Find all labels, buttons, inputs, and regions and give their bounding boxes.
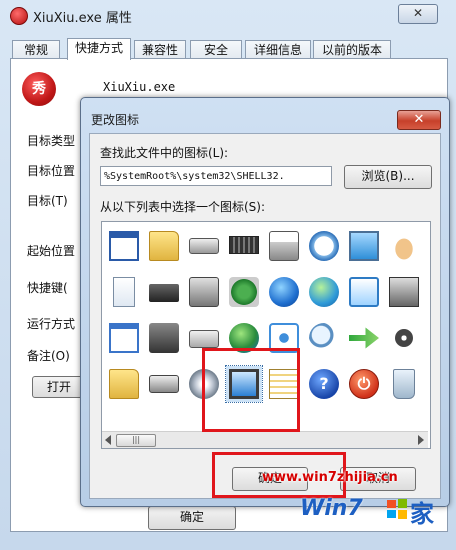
power-icon-glyph: ⏻ [357, 374, 371, 393]
green-arrow-icon [349, 327, 379, 349]
control-panel-icon [349, 277, 379, 307]
properties-title: XiuXiu.exe 属性 [33, 11, 132, 26]
app-icon [10, 7, 28, 25]
memory-chip-icon [229, 236, 259, 254]
look-for-icons-label: 查找此文件中的图标(L): [100, 146, 229, 160]
icon-option[interactable]: ⏻ [346, 366, 382, 402]
properties-ok-button[interactable]: 确定 [148, 506, 236, 530]
tab-compatibility[interactable]: 兼容性 [134, 40, 186, 59]
chip-board-icon [229, 277, 259, 307]
target-type-label: 目标类型 [27, 134, 76, 148]
network-drive-icon [189, 277, 219, 307]
icon-option[interactable] [306, 320, 342, 356]
horizontal-scrollbar[interactable]: ||| [102, 431, 428, 448]
ms-dos-window-icon [109, 231, 139, 261]
icon-option[interactable] [386, 228, 422, 264]
tab-details[interactable]: 详细信息 [245, 40, 311, 59]
select-icon-label: 从以下列表中选择一个图标(S): [100, 200, 266, 214]
clock-icon [309, 231, 339, 261]
icon-option[interactable] [386, 320, 422, 356]
shortcut-key-label: 快捷键( [27, 281, 68, 295]
dialog-title: 更改图标 [91, 113, 140, 127]
icon-option[interactable] [146, 274, 182, 310]
tab-general[interactable]: 常规 [12, 40, 60, 59]
folder-icon [109, 369, 139, 399]
win7-brand-text: Win7 [300, 496, 363, 521]
start-in-label: 起始位置 [27, 244, 76, 258]
icon-option[interactable] [386, 274, 422, 310]
search-magnifier-icon [309, 323, 339, 353]
icon-option[interactable] [346, 274, 382, 310]
window-icon [109, 323, 139, 353]
monitor-screen-icon [349, 231, 379, 261]
icon-option[interactable] [146, 320, 182, 356]
icon-option[interactable] [146, 228, 182, 264]
drive-icon [189, 238, 219, 254]
floppy-monitor-icon [389, 277, 419, 307]
document-icon [113, 277, 135, 307]
icon-option[interactable]: ? [306, 366, 342, 402]
target-location-label: 目标位置 [27, 164, 76, 178]
browse-button[interactable]: 浏览(B)... [344, 165, 432, 189]
comment-label: 备注(O) [27, 349, 70, 363]
properties-titlebar: XiuXiu.exe 属性 ✕ [0, 0, 456, 32]
cd-small-icon [395, 329, 413, 347]
icon-option[interactable] [226, 228, 262, 264]
icon-option[interactable] [346, 320, 382, 356]
app-large-icon: 秀 [22, 72, 56, 106]
win7-brand-suffix: 家 [410, 500, 434, 528]
icon-option[interactable] [266, 274, 302, 310]
icon-option[interactable] [106, 320, 142, 356]
help-icon-glyph: ? [319, 374, 329, 393]
highlight-selected-icon [202, 348, 300, 432]
icon-option[interactable] [106, 274, 142, 310]
icon-option[interactable] [306, 274, 342, 310]
hard-drive-icon [149, 375, 179, 393]
icon-option[interactable] [346, 228, 382, 264]
icon-option[interactable] [386, 366, 422, 402]
icon-option[interactable] [186, 274, 222, 310]
removable-drive-icon [189, 330, 219, 348]
recycle-bin-icon [393, 369, 415, 399]
target-label: 目标(T) [27, 194, 68, 208]
scroll-left-arrow-icon[interactable] [105, 435, 111, 445]
dialog-body: 查找此文件中的图标(L): %SystemRoot%\system32\SHEL… [89, 133, 441, 499]
icon-option[interactable] [266, 228, 302, 264]
dialog-close-button[interactable]: ✕ [397, 110, 441, 130]
tab-security[interactable]: 安全 [190, 40, 242, 59]
network-globe-icon [309, 277, 339, 307]
tab-previous-versions[interactable]: 以前的版本 [313, 40, 391, 59]
globe-icon [269, 277, 299, 307]
icon-option[interactable] [146, 366, 182, 402]
icon-option[interactable] [226, 274, 262, 310]
icon-option[interactable] [106, 366, 142, 402]
server-drive-icon [149, 284, 179, 302]
folder-icon [149, 231, 179, 261]
icon-file-path-input[interactable]: %SystemRoot%\system32\SHELL32. [100, 166, 332, 186]
windows-flag-icon [387, 499, 407, 519]
scroll-right-arrow-icon[interactable] [418, 435, 424, 445]
icon-option[interactable] [306, 228, 342, 264]
tab-shortcut[interactable]: 快捷方式 [67, 38, 131, 60]
icon-option[interactable] [186, 228, 222, 264]
run-label: 运行方式 [27, 317, 76, 331]
watermark-url: www.win7zhijia.cn [262, 470, 398, 485]
scroll-thumb[interactable]: ||| [116, 434, 156, 447]
printer-icon [269, 231, 299, 261]
icon-option[interactable] [106, 228, 142, 264]
win7-logo: Win7 家 [300, 490, 450, 530]
change-icon-dialog: 更改图标 ✕ 查找此文件中的图标(L): %SystemRoot%\system… [80, 97, 450, 507]
file-name: XiuXiu.exe [103, 80, 176, 94]
properties-close-button[interactable]: ✕ [398, 4, 438, 24]
hand-share-icon [389, 231, 419, 261]
save-drive-icon [149, 323, 179, 353]
